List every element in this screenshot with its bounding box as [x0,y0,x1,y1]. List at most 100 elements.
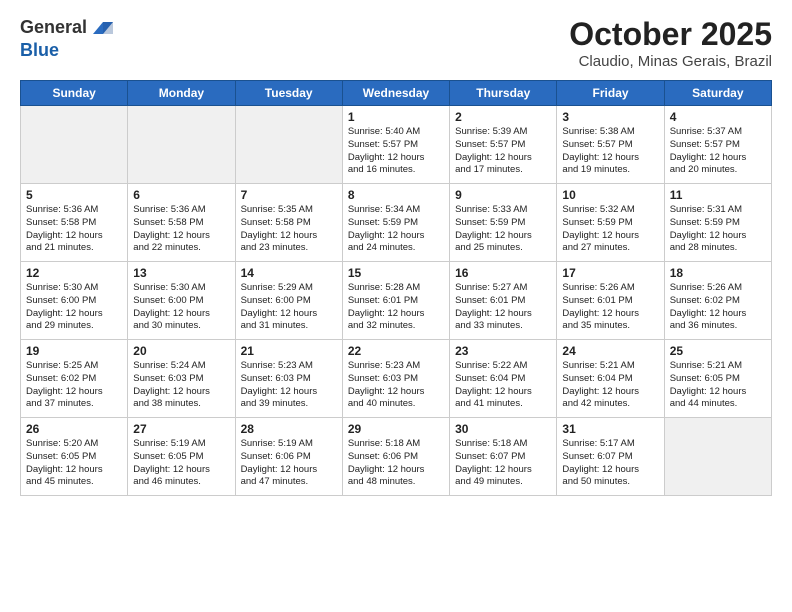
calendar-cell: 26Sunrise: 5:20 AM Sunset: 6:05 PM Dayli… [21,418,128,496]
day-info: Sunrise: 5:23 AM Sunset: 6:03 PM Dayligh… [348,360,444,411]
calendar-cell: 23 Sunrise: 5:22 AM Sunset: 6:04 PM Dayli… [450,340,557,418]
calendar-week-4: 19Sunrise: 5:25 AM Sunset: 6:02 PM Dayli… [21,340,772,418]
calendar-cell: 16Sunrise: 5:27 AM Sunset: 6:01 PM Dayli… [450,262,557,340]
day-number: 22 [348,344,444,358]
calendar-cell [664,418,771,496]
day-number: 1 [348,110,444,124]
calendar-cell: 1 Sunrise: 5:40 AM Sunset: 5:57 PM Daylig… [342,106,449,184]
day-info: Sunrise: 5:24 AM Sunset: 6:03 PM Dayligh… [133,360,229,411]
weekday-header-row: Sunday Monday Tuesday Wednesday Thursday… [21,81,772,106]
calendar-cell: 29 Sunrise: 5:18 AM Sunset: 6:06 PM Dayli… [342,418,449,496]
calendar-cell [21,106,128,184]
day-number: 3 [562,110,658,124]
day-info: Sunrise: 5:31 AM Sunset: 5:59 PM Dayligh… [670,204,766,255]
page-container: General Blue October 2025 Claudio, Minas… [0,0,792,506]
day-info: Sunrise: 5:36 AM Sunset: 5:58 PM Dayligh… [133,204,229,255]
day-info: Sunrise: 5:40 AM Sunset: 5:57 PM Dayligh… [348,126,444,177]
day-number: 20 [133,344,229,358]
header-thursday: Thursday [450,81,557,106]
day-info: Sunrise: 5:38 AM Sunset: 5:57 PM Dayligh… [562,126,658,177]
calendar-cell: 25 Sunrise: 5:21 AM Sunset: 6:05 PM Dayli… [664,340,771,418]
day-info: Sunrise: 5:27 AM Sunset: 6:01 PM Dayligh… [455,282,551,333]
title-block: October 2025 Claudio, Minas Gerais, Braz… [569,16,772,70]
header-saturday: Saturday [664,81,771,106]
day-info: Sunrise: 5:23 AM Sunset: 6:03 PM Dayligh… [241,360,337,411]
day-number: 4 [670,110,766,124]
header-friday: Friday [557,81,664,106]
calendar-cell: 6Sunrise: 5:36 AM Sunset: 5:58 PM Daylig… [128,184,235,262]
day-number: 15 [348,266,444,280]
location-subtitle: Claudio, Minas Gerais, Brazil [569,53,772,70]
calendar-week-3: 12 Sunrise: 5:30 AM Sunset: 6:00 PM Dayli… [21,262,772,340]
day-number: 5 [26,188,122,202]
day-number: 29 [348,422,444,436]
day-info: Sunrise: 5:39 AM Sunset: 5:57 PM Dayligh… [455,126,551,177]
calendar-cell: 15 Sunrise: 5:28 AM Sunset: 6:01 PM Dayli… [342,262,449,340]
day-info: Sunrise: 5:30 AM Sunset: 6:00 PM Dayligh… [26,282,122,333]
day-info: Sunrise: 5:33 AM Sunset: 5:59 PM Dayligh… [455,204,551,255]
day-number: 8 [348,188,444,202]
header-tuesday: Tuesday [235,81,342,106]
day-info: Sunrise: 5:32 AM Sunset: 5:59 PM Dayligh… [562,204,658,255]
day-info: Sunrise: 5:26 AM Sunset: 6:02 PM Dayligh… [670,282,766,333]
day-number: 24 [562,344,658,358]
day-info: Sunrise: 5:20 AM Sunset: 6:05 PM Dayligh… [26,438,122,489]
day-info: Sunrise: 5:37 AM Sunset: 5:57 PM Dayligh… [670,126,766,177]
day-info: Sunrise: 5:19 AM Sunset: 6:05 PM Dayligh… [133,438,229,489]
day-number: 31 [562,422,658,436]
calendar-week-1: 1 Sunrise: 5:40 AM Sunset: 5:57 PM Daylig… [21,106,772,184]
day-number: 14 [241,266,337,280]
day-number: 27 [133,422,229,436]
calendar-cell: 13 Sunrise: 5:30 AM Sunset: 6:00 PM Dayli… [128,262,235,340]
day-info: Sunrise: 5:22 AM Sunset: 6:04 PM Dayligh… [455,360,551,411]
calendar-table: Sunday Monday Tuesday Wednesday Thursday… [20,80,772,496]
calendar-cell: 31 Sunrise: 5:17 AM Sunset: 6:07 PM Dayli… [557,418,664,496]
day-number: 17 [562,266,658,280]
logo: General Blue [20,16,113,62]
calendar-cell: 2 Sunrise: 5:39 AM Sunset: 5:57 PM Daylig… [450,106,557,184]
header-monday: Monday [128,81,235,106]
calendar-cell: 5Sunrise: 5:36 AM Sunset: 5:58 PM Daylig… [21,184,128,262]
calendar-cell: 17 Sunrise: 5:26 AM Sunset: 6:01 PM Dayli… [557,262,664,340]
month-title: October 2025 [569,16,772,53]
day-info: Sunrise: 5:21 AM Sunset: 6:05 PM Dayligh… [670,360,766,411]
calendar-week-5: 26Sunrise: 5:20 AM Sunset: 6:05 PM Dayli… [21,418,772,496]
day-number: 12 [26,266,122,280]
calendar-cell: 11 Sunrise: 5:31 AM Sunset: 5:59 PM Dayli… [664,184,771,262]
calendar-week-2: 5 Sunrise: 5:36 AM Sunset: 5:58 PM Daylig… [21,184,772,262]
day-info: Sunrise: 5:29 AM Sunset: 6:00 PM Dayligh… [241,282,337,333]
day-info: Sunrise: 5:26 AM Sunset: 6:01 PM Dayligh… [562,282,658,333]
calendar-cell [128,106,235,184]
header-wednesday: Wednesday [342,81,449,106]
day-info: Sunrise: 5:30 AM Sunset: 6:00 PM Dayligh… [133,282,229,333]
day-number: 11 [670,188,766,202]
day-number: 28 [241,422,337,436]
day-info: Sunrise: 5:28 AM Sunset: 6:01 PM Dayligh… [348,282,444,333]
day-info: Sunrise: 5:18 AM Sunset: 6:07 PM Dayligh… [455,438,551,489]
day-number: 10 [562,188,658,202]
calendar-cell [235,106,342,184]
calendar-cell: 8Sunrise: 5:34 AM Sunset: 5:59 PM Daylig… [342,184,449,262]
calendar-cell: 28Sunrise: 5:19 AM Sunset: 6:06 PM Dayli… [235,418,342,496]
day-number: 30 [455,422,551,436]
logo-icon [89,16,113,40]
day-info: Sunrise: 5:18 AM Sunset: 6:06 PM Dayligh… [348,438,444,489]
calendar-cell: 18Sunrise: 5:26 AM Sunset: 6:02 PM Dayli… [664,262,771,340]
day-number: 2 [455,110,551,124]
header: General Blue October 2025 Claudio, Minas… [20,16,772,70]
day-number: 19 [26,344,122,358]
calendar-cell: 20 Sunrise: 5:24 AM Sunset: 6:03 PM Dayli… [128,340,235,418]
logo-general: General [20,17,87,39]
day-info: Sunrise: 5:17 AM Sunset: 6:07 PM Dayligh… [562,438,658,489]
day-info: Sunrise: 5:35 AM Sunset: 5:58 PM Dayligh… [241,204,337,255]
day-number: 23 [455,344,551,358]
calendar-cell: 27 Sunrise: 5:19 AM Sunset: 6:05 PM Dayli… [128,418,235,496]
day-number: 13 [133,266,229,280]
day-number: 9 [455,188,551,202]
logo-blue: Blue [20,40,113,62]
day-number: 25 [670,344,766,358]
header-sunday: Sunday [21,81,128,106]
calendar-cell: 3 Sunrise: 5:38 AM Sunset: 5:57 PM Daylig… [557,106,664,184]
day-number: 21 [241,344,337,358]
calendar-cell: 9 Sunrise: 5:33 AM Sunset: 5:59 PM Daylig… [450,184,557,262]
